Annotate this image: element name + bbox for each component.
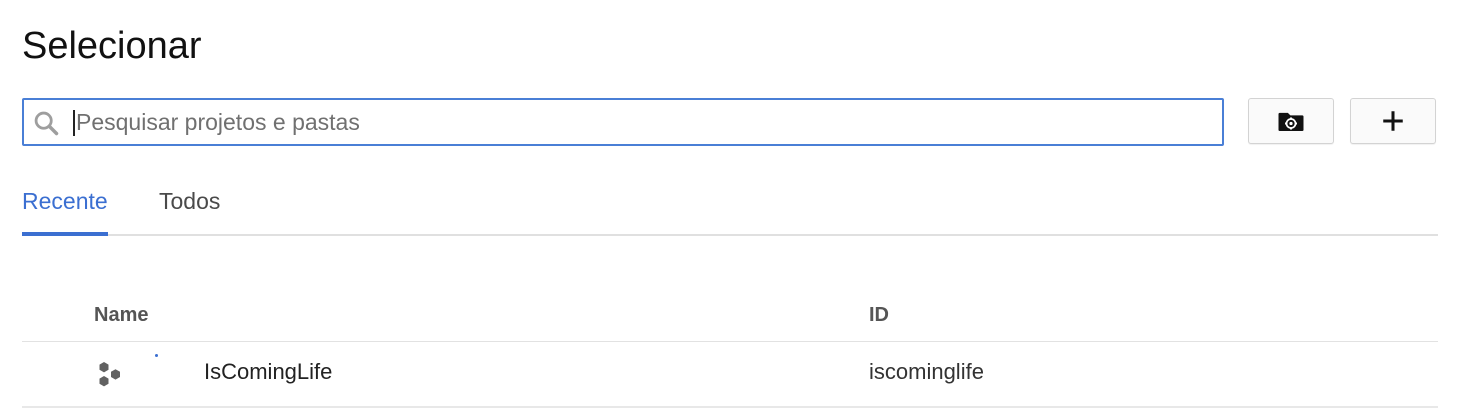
dialog-title: Selecionar [22, 25, 202, 67]
column-header-id: ID [869, 304, 889, 326]
select-project-dialog: Selecionar Recente Todos [0, 0, 1466, 412]
search-box[interactable] [22, 98, 1224, 146]
table-header: Name ID [22, 292, 1438, 342]
loading-indicator [155, 354, 158, 357]
column-header-name: Name [94, 304, 149, 326]
project-name: IsComingLife [204, 359, 333, 384]
plus-icon [1383, 111, 1403, 131]
folder-settings-icon [1278, 112, 1304, 131]
search-input[interactable] [76, 100, 1206, 144]
tab-all[interactable]: Todos [159, 186, 220, 216]
tab-recent[interactable]: Recente [22, 186, 108, 236]
project-hexagons-icon [99, 362, 120, 387]
projects-table: Name ID IsComingLife iscominglife [22, 292, 1438, 408]
text-cursor [73, 110, 75, 136]
table-row[interactable]: IsComingLife iscominglife [22, 342, 1438, 408]
project-id: iscominglife [869, 359, 984, 384]
add-project-button[interactable] [1350, 98, 1436, 144]
search-icon [34, 111, 59, 136]
new-folder-button[interactable] [1248, 98, 1334, 144]
tab-bar: Recente Todos [22, 180, 1438, 236]
